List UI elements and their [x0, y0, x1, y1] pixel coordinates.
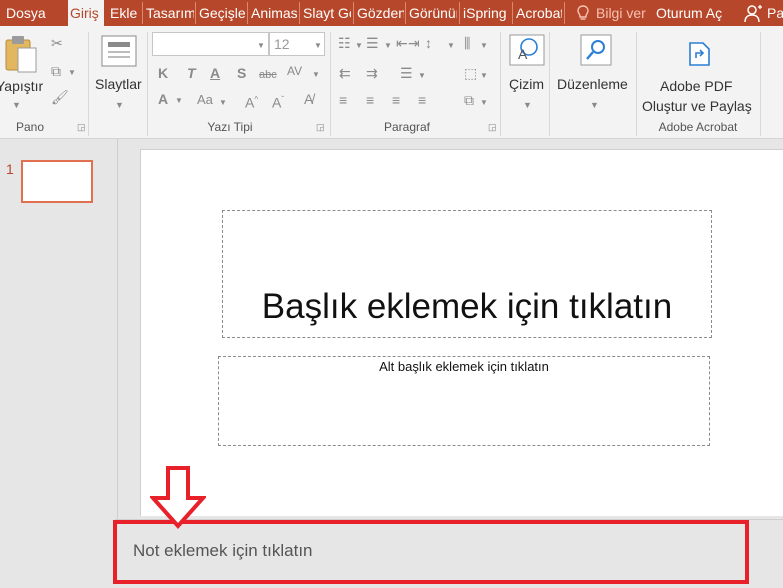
tab-transitions[interactable]: Geçişler: [197, 0, 245, 26]
slide-number: 1: [6, 161, 14, 177]
chevron-down-icon[interactable]: ▼: [523, 98, 532, 112]
search-icon[interactable]: [580, 34, 612, 66]
editing-button[interactable]: Düzenleme: [557, 76, 628, 92]
title-placeholder[interactable]: Başlık eklemek için tıklatın: [222, 210, 712, 338]
increase-list-level-icon[interactable]: ⇉: [366, 66, 378, 80]
svg-text:A: A: [518, 46, 528, 62]
chevron-down-icon[interactable]: ▼: [418, 69, 426, 83]
tab-acrobat[interactable]: Acrobat: [514, 0, 562, 26]
chevron-down-icon[interactable]: ▼: [590, 98, 599, 112]
tab-review[interactable]: Gözden Geçir: [355, 0, 404, 26]
strikethrough-icon[interactable]: abc: [259, 68, 277, 82]
tell-me-input[interactable]: Bilgi ver: [594, 0, 646, 26]
chevron-down-icon[interactable]: ▼: [314, 39, 322, 53]
slide-canvas[interactable]: Başlık eklemek için tıklatın Alt başlık …: [140, 149, 783, 516]
down-arrow-icon: [148, 466, 208, 530]
subtitle-placeholder[interactable]: Alt başlık eklemek için tıklatın: [218, 356, 710, 446]
group-label-pano: Pano: [15, 120, 45, 134]
chevron-down-icon[interactable]: ▼: [312, 68, 320, 82]
group-label-font: Yazı Tipi: [207, 120, 253, 134]
justify-icon[interactable]: ≡: [418, 93, 426, 107]
chevron-down-icon[interactable]: ▼: [115, 98, 124, 112]
drawing-button[interactable]: Çizim: [509, 76, 544, 92]
slides-button[interactable]: Slaytlar: [95, 76, 142, 92]
tab-view[interactable]: Görünüm: [407, 0, 457, 26]
ribbon-tab-bar: Dosya Giriş Ekle Tasarım Geçişler Animas…: [0, 0, 783, 26]
tab-design[interactable]: Tasarım: [144, 0, 194, 26]
tab-insert[interactable]: Ekle: [108, 0, 142, 26]
ribbon: Yapıştır ▼ ✂ ⧉ ▼ 🖌 Pano ◲ Slaytlar ▼ ▼ 1…: [0, 26, 783, 139]
group-label-paragraph: Paragraf: [383, 120, 431, 134]
clipboard-icon[interactable]: [2, 34, 40, 76]
format-painter-icon[interactable]: 🖌: [51, 90, 69, 104]
decrease-indent-icon[interactable]: ⇤: [396, 36, 408, 50]
create-pdf-button[interactable]: Adobe PDF: [660, 78, 732, 94]
line-spacing-icon[interactable]: ↕: [425, 36, 432, 50]
smartart-icon[interactable]: ⧉: [464, 93, 474, 107]
create-pdf-button-line2[interactable]: Oluştur ve Paylaş: [642, 98, 752, 114]
tab-animations[interactable]: Animasyonlar: [249, 0, 297, 26]
dialog-launcher-icon[interactable]: ◲: [488, 122, 497, 133]
new-slide-icon[interactable]: [100, 34, 138, 68]
tab-file[interactable]: Dosya: [0, 0, 68, 26]
increase-indent-icon[interactable]: ⇥: [408, 36, 420, 50]
copy-icon[interactable]: ⧉: [51, 64, 61, 78]
character-spacing-icon[interactable]: AV: [287, 64, 302, 78]
shadow-icon[interactable]: S: [237, 66, 246, 80]
title-placeholder-text: Başlık eklemek için tıklatın: [261, 287, 673, 326]
group-label-acrobat: Adobe Acrobat: [658, 120, 738, 134]
subtitle-placeholder-text: Alt başlık eklemek için tıklatın: [379, 359, 549, 374]
change-case-icon[interactable]: Aa: [197, 93, 213, 107]
align-text-icon[interactable]: ⬚: [464, 66, 477, 80]
underline-icon[interactable]: A: [210, 66, 220, 80]
chevron-down-icon[interactable]: ▼: [257, 39, 265, 53]
align-right-icon[interactable]: ≡: [392, 93, 400, 107]
bullets-icon[interactable]: ☷: [338, 36, 351, 50]
italic-icon[interactable]: T: [187, 66, 196, 80]
slide-thumbnail-pane: 1: [0, 139, 118, 519]
chevron-down-icon[interactable]: ▼: [384, 39, 392, 53]
font-color-icon[interactable]: A: [158, 92, 168, 106]
tab-ispring[interactable]: iSpring: [461, 0, 511, 26]
bold-icon[interactable]: K: [158, 66, 168, 80]
shapes-icon[interactable]: A: [509, 34, 545, 66]
font-name-input[interactable]: [152, 32, 269, 56]
chevron-down-icon[interactable]: ▼: [447, 39, 455, 53]
chevron-down-icon[interactable]: ▼: [480, 96, 488, 110]
chevron-down-icon[interactable]: ▼: [219, 96, 227, 110]
chevron-down-icon[interactable]: ▼: [480, 69, 488, 83]
slide-thumbnail[interactable]: [21, 160, 93, 203]
lightbulb-icon[interactable]: [574, 4, 592, 22]
text-direction-icon[interactable]: ☰: [400, 66, 413, 80]
dialog-launcher-icon[interactable]: ◲: [77, 122, 86, 133]
dialog-launcher-icon[interactable]: ◲: [316, 122, 325, 133]
highlight-frame: [113, 520, 749, 584]
decrease-list-level-icon[interactable]: ⇇: [339, 66, 351, 80]
clear-formatting-icon[interactable]: A̸: [304, 92, 313, 106]
share-button[interactable]: Paylaş: [765, 0, 783, 26]
paste-button[interactable]: Yapıştır: [0, 78, 43, 94]
tab-slide-show[interactable]: Slayt Gösterisi: [301, 0, 351, 26]
person-icon[interactable]: [743, 3, 763, 23]
align-center-icon[interactable]: ≡: [366, 93, 374, 107]
pdf-share-icon[interactable]: [687, 38, 713, 68]
chevron-down-icon[interactable]: ▼: [68, 66, 76, 80]
chevron-down-icon[interactable]: ▼: [480, 39, 488, 53]
chevron-down-icon[interactable]: ▼: [12, 98, 21, 112]
columns-icon[interactable]: ⫼: [464, 36, 470, 50]
tab-home[interactable]: Giriş: [68, 0, 104, 26]
increase-font-icon[interactable]: A^: [245, 93, 258, 110]
numbering-icon[interactable]: ☰: [366, 36, 379, 50]
align-left-icon[interactable]: ≡: [339, 93, 347, 107]
chevron-down-icon[interactable]: ▼: [175, 94, 183, 108]
decrease-font-icon[interactable]: Aˇ: [272, 93, 284, 110]
chevron-down-icon[interactable]: ▼: [355, 39, 363, 53]
sign-in-button[interactable]: Oturum Aç: [654, 0, 736, 26]
cut-icon[interactable]: ✂: [51, 36, 63, 50]
